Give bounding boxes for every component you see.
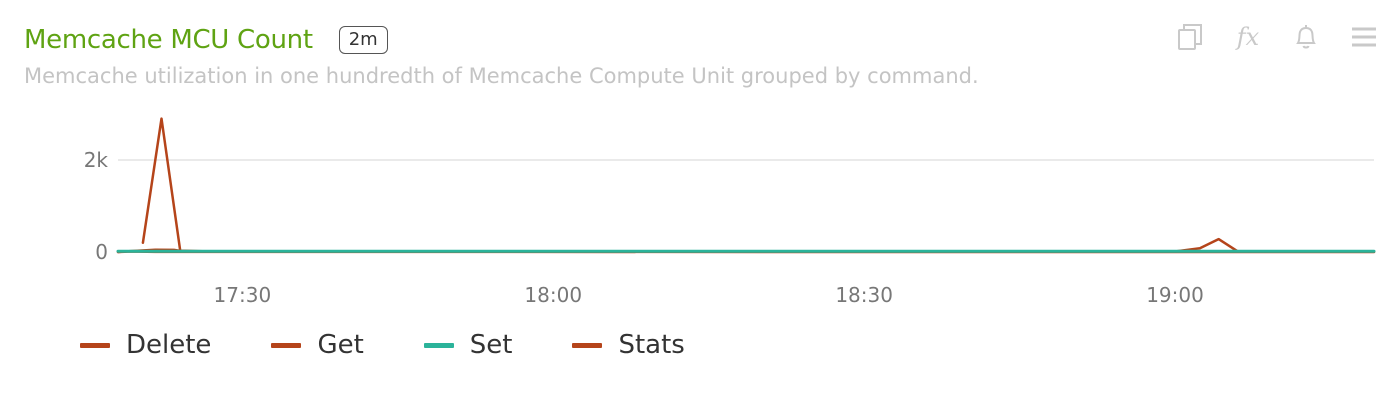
legend-label: Stats bbox=[618, 330, 685, 360]
legend-item-get[interactable]: Get bbox=[271, 330, 364, 360]
x-tick-label: 19:00 bbox=[1146, 283, 1204, 307]
legend-label: Delete bbox=[126, 330, 212, 360]
legend-swatch bbox=[572, 342, 603, 348]
legend-label: Get bbox=[317, 330, 364, 360]
legend-swatch bbox=[80, 342, 110, 348]
x-tick-label: 18:30 bbox=[835, 283, 893, 307]
menu-icon[interactable] bbox=[1350, 22, 1378, 52]
legend-swatch bbox=[271, 342, 302, 348]
y-tick-label: 0 bbox=[95, 240, 108, 264]
legend-item-stats[interactable]: Stats bbox=[572, 330, 685, 360]
x-tick-label: 17:30 bbox=[214, 283, 272, 307]
interval-badge[interactable]: 2m bbox=[338, 26, 388, 54]
chart-legend: Delete Get Set Stats bbox=[80, 330, 745, 360]
legend-label: Set bbox=[469, 330, 513, 360]
chart-toolbar: fx bbox=[1176, 22, 1378, 52]
fx-label: fx bbox=[1236, 23, 1260, 51]
bell-icon[interactable] bbox=[1292, 22, 1320, 52]
chart-header: Memcache MCU Count 2m bbox=[24, 20, 388, 60]
legend-item-delete[interactable]: Delete bbox=[80, 330, 211, 360]
legend-swatch bbox=[423, 342, 454, 348]
x-tick-label: 18:00 bbox=[524, 283, 582, 307]
chart-title: Memcache MCU Count bbox=[24, 25, 313, 55]
legend-item-set[interactable]: Set bbox=[423, 330, 513, 360]
chart-subtitle: Memcache utilization in one hundredth of… bbox=[24, 64, 979, 88]
y-tick-label: 2k bbox=[84, 148, 109, 172]
copy-icon[interactable] bbox=[1176, 22, 1204, 52]
line-chart[interactable]: 0 2k 17:30 18:00 18:30 19:00 bbox=[0, 100, 1396, 315]
series-line-get bbox=[141, 117, 1376, 253]
fx-icon[interactable]: fx bbox=[1234, 22, 1262, 52]
